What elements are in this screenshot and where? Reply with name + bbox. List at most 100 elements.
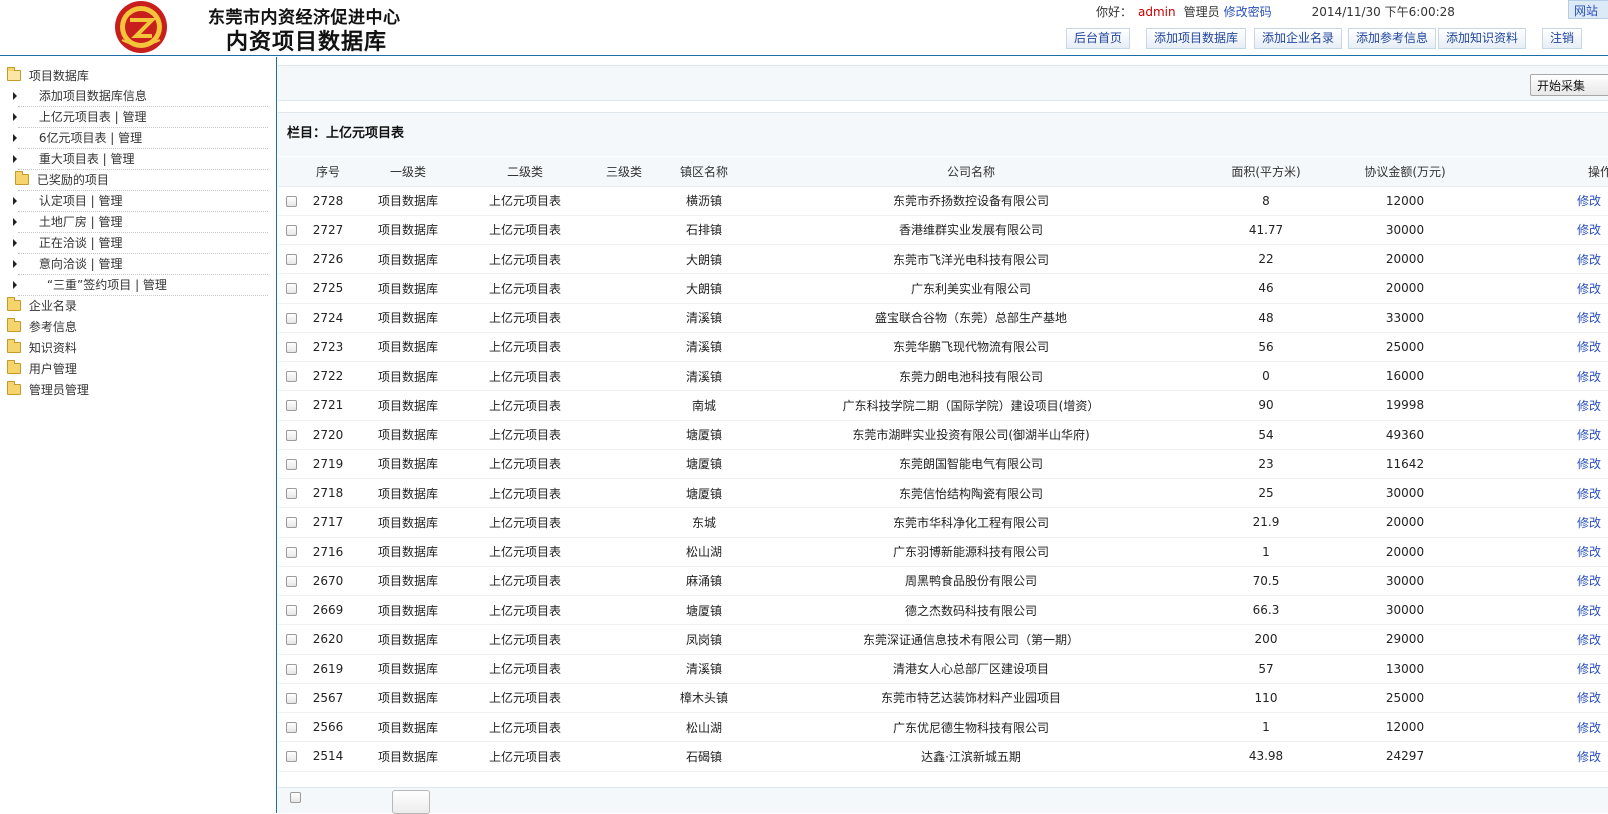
- sidebar-item-knowledge[interactable]: 知识资料: [7, 338, 77, 358]
- table-row[interactable]: 2728 项目数据库 上亿元项目表 横沥镇 东莞市乔扬数控设备有限公司 8 12000 修改: [278, 186, 1608, 216]
- table-row[interactable]: 2670 项目数据库 上亿元项目表 麻涌镇 周黑鸭食品股份有限公司 70.5 30000 修改: [278, 566, 1608, 597]
- cell-id: 2723: [304, 332, 352, 363]
- sidebar-item-600m-table[interactable]: 6亿元项目表 | 管理: [13, 128, 142, 148]
- edit-link[interactable]: 修改: [1577, 194, 1601, 208]
- sidebar-item-users[interactable]: 用户管理: [7, 359, 77, 379]
- edit-link[interactable]: 修改: [1577, 253, 1601, 267]
- sidebar-item-major-table[interactable]: 重大项目表 | 管理: [13, 149, 135, 169]
- cell-area: 25: [1196, 478, 1336, 509]
- table-row[interactable]: 2718 项目数据库 上亿元项目表 塘厦镇 东莞信怡结构陶瓷有限公司 25 30000 修改: [278, 478, 1608, 509]
- cell-town: 清溪镇: [662, 303, 746, 333]
- edit-link[interactable]: 修改: [1577, 457, 1601, 471]
- row-checkbox[interactable]: [285, 575, 297, 587]
- edit-link[interactable]: 修改: [1577, 721, 1601, 735]
- edit-link[interactable]: 修改: [1577, 750, 1601, 764]
- edit-link[interactable]: 修改: [1577, 370, 1601, 384]
- sidebar-item-signed[interactable]: “三重”签约项目 | 管理: [13, 275, 167, 295]
- arrow-right-icon: [13, 92, 17, 100]
- cell-area: 43.98: [1196, 741, 1336, 772]
- edit-link[interactable]: 修改: [1577, 604, 1601, 618]
- edit-link[interactable]: 修改: [1577, 574, 1601, 588]
- nav-add-knowledge-button[interactable]: 添加知识资料: [1438, 28, 1527, 49]
- table-row[interactable]: 2567 项目数据库 上亿元项目表 樟木头镇 东莞市特艺达装饰材料产业园项目 110 250…: [278, 683, 1608, 714]
- sidebar-item-negotiating[interactable]: 正在洽谈 | 管理: [13, 233, 123, 253]
- edit-link[interactable]: 修改: [1577, 223, 1601, 237]
- row-checkbox[interactable]: [285, 634, 297, 646]
- table-row[interactable]: 2720 项目数据库 上亿元项目表 塘厦镇 东莞市湖畔实业投资有限公司(御湖半山华府) 5…: [278, 420, 1608, 450]
- sidebar-item-reference[interactable]: 参考信息: [7, 317, 77, 337]
- row-checkbox[interactable]: [285, 692, 297, 704]
- sidebar-item-intention[interactable]: 意向洽谈 | 管理: [13, 254, 123, 274]
- table-row[interactable]: 2722 项目数据库 上亿元项目表 清溪镇 东莞力朗电池科技有限公司 0 16000 修改: [278, 361, 1608, 392]
- row-checkbox[interactable]: [285, 312, 297, 324]
- project-table: 序号 一级类 二级类 三级类 镇区名称 公司名称 面积(平方米) 协议金额(万元…: [278, 157, 1608, 772]
- edit-link[interactable]: 修改: [1577, 662, 1601, 676]
- sidebar-item-100m-table[interactable]: 上亿元项目表 | 管理: [13, 107, 147, 127]
- edit-link[interactable]: 修改: [1577, 428, 1601, 442]
- page-title: 内资项目数据库: [226, 29, 388, 55]
- table-row[interactable]: 2717 项目数据库 上亿元项目表 东城 东莞市华科净化工程有限公司 21.9 20000 修…: [278, 507, 1608, 538]
- row-checkbox[interactable]: [285, 458, 297, 470]
- footer-action-button[interactable]: [392, 790, 430, 814]
- website-link[interactable]: 网站: [1568, 0, 1608, 19]
- edit-link[interactable]: 修改: [1577, 545, 1601, 559]
- table-row[interactable]: 2726 项目数据库 上亿元项目表 大朗镇 东莞市飞洋光电科技有限公司 22 20000 修改: [278, 244, 1608, 275]
- edit-link[interactable]: 修改: [1577, 282, 1601, 296]
- cell-level1: 项目数据库: [352, 537, 464, 567]
- table-row[interactable]: 2514 项目数据库 上亿元项目表 石碣镇 达鑫·江滨新城五期 43.98 24297 修改: [278, 741, 1608, 772]
- table-row[interactable]: 2620 项目数据库 上亿元项目表 凤岗镇 东莞深证通信息技术有限公司（第一期） 200 2…: [278, 624, 1608, 655]
- sidebar-item-add-project-info[interactable]: 添加项目数据库信息: [13, 86, 147, 106]
- table-row[interactable]: 2716 项目数据库 上亿元项目表 松山湖 广东羽博新能源科技有限公司 1 20000 修改: [278, 537, 1608, 567]
- table-row[interactable]: 2727 项目数据库 上亿元项目表 石排镇 香港维群实业发展有限公司 41.77 30000…: [278, 215, 1608, 246]
- row-checkbox[interactable]: [285, 429, 297, 441]
- sidebar-item-land-plant[interactable]: 土地厂房 | 管理: [13, 212, 123, 232]
- table-row[interactable]: 2619 项目数据库 上亿元项目表 清溪镇 清港女人心总部厂区建设项目 57 13000 修改: [278, 654, 1608, 684]
- edit-link[interactable]: 修改: [1577, 691, 1601, 705]
- row-checkbox[interactable]: [285, 517, 297, 529]
- nav-add-project-button[interactable]: 添加项目数据库: [1146, 28, 1247, 49]
- start-collect-button[interactable]: 开始采集: [1530, 74, 1608, 96]
- row-checkbox[interactable]: [285, 195, 297, 207]
- cell-amount: 29000: [1336, 624, 1474, 655]
- change-password-link[interactable]: 修改密码: [1224, 5, 1272, 19]
- row-checkbox[interactable]: [285, 546, 297, 558]
- row-checkbox[interactable]: [285, 605, 297, 617]
- table-row[interactable]: 2721 项目数据库 上亿元项目表 南城 广东科技学院二期（国际学院）建设项目(增资） 9…: [278, 390, 1608, 421]
- row-checkbox[interactable]: [285, 488, 297, 500]
- edit-link[interactable]: 修改: [1577, 311, 1601, 325]
- table-row[interactable]: 2724 项目数据库 上亿元项目表 清溪镇 盛宝联合谷物（东莞）总部生产基地 48 3300…: [278, 303, 1608, 333]
- nav-logout-button[interactable]: 注销: [1542, 28, 1583, 49]
- nav-home-button[interactable]: 后台首页: [1066, 28, 1131, 49]
- row-checkbox[interactable]: [285, 663, 297, 675]
- cell-company: 东莞深证通信息技术有限公司（第一期）: [746, 624, 1196, 655]
- row-checkbox[interactable]: [285, 283, 297, 295]
- table-row[interactable]: 2723 项目数据库 上亿元项目表 清溪镇 东莞华鹏飞现代物流有限公司 56 25000 修改: [278, 332, 1608, 363]
- row-checkbox[interactable]: [285, 341, 297, 353]
- edit-link[interactable]: 修改: [1577, 340, 1601, 354]
- sidebar-item-certified[interactable]: 认定项目 | 管理: [13, 191, 123, 211]
- cell-company: 广东利美实业有限公司: [746, 273, 1196, 304]
- edit-link[interactable]: 修改: [1577, 399, 1601, 413]
- row-checkbox[interactable]: [285, 400, 297, 412]
- edit-link[interactable]: 修改: [1577, 516, 1601, 530]
- edit-link[interactable]: 修改: [1577, 487, 1601, 501]
- table-row[interactable]: 2566 项目数据库 上亿元项目表 松山湖 广东优尼德生物科技有限公司 1 12000 修改: [278, 712, 1608, 743]
- row-checkbox[interactable]: [285, 751, 297, 763]
- sidebar-item-project-db[interactable]: 项目数据库: [7, 66, 89, 86]
- sidebar-item-rewarded[interactable]: 已奖励的项目: [15, 170, 109, 190]
- edit-link[interactable]: 修改: [1577, 633, 1601, 647]
- row-checkbox[interactable]: [285, 254, 297, 266]
- table-row[interactable]: 2719 项目数据库 上亿元项目表 塘厦镇 东莞朗国智能电气有限公司 23 11642 修改: [278, 449, 1608, 480]
- select-all-checkbox[interactable]: [290, 792, 301, 803]
- row-checkbox[interactable]: [285, 224, 297, 236]
- sidebar-item-company-list[interactable]: 企业名录: [7, 296, 77, 316]
- cell-town: 清溪镇: [662, 654, 746, 684]
- row-checkbox[interactable]: [285, 722, 297, 734]
- table-row[interactable]: 2725 项目数据库 上亿元项目表 大朗镇 广东利美实业有限公司 46 20000 修改: [278, 273, 1608, 304]
- sidebar-item-admins[interactable]: 管理员管理: [7, 380, 89, 400]
- nav-add-reference-button[interactable]: 添加参考信息: [1348, 28, 1437, 49]
- cell-area: 56: [1196, 332, 1336, 363]
- table-row[interactable]: 2669 项目数据库 上亿元项目表 塘厦镇 德之杰数码科技有限公司 66.3 30000 修改: [278, 595, 1608, 626]
- nav-add-company-button[interactable]: 添加企业名录: [1254, 28, 1343, 49]
- row-checkbox[interactable]: [285, 371, 297, 383]
